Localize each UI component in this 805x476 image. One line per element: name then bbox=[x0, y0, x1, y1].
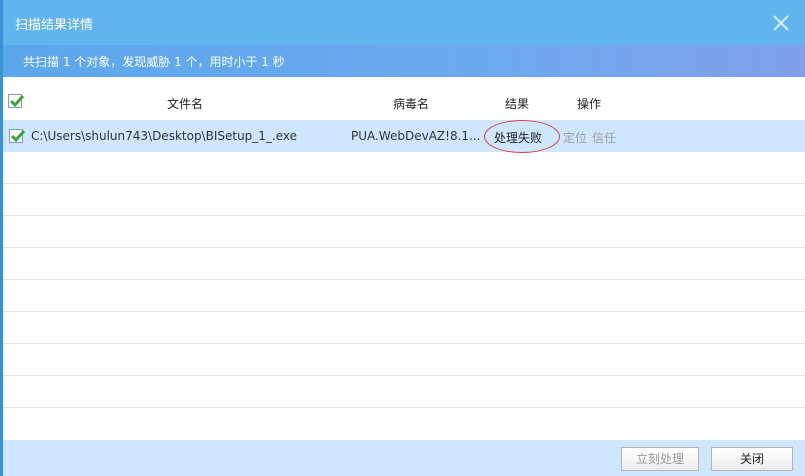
table-row bbox=[3, 248, 805, 280]
title-bar: 扫描结果详情 bbox=[3, 0, 805, 45]
table-row[interactable]: C:\Users\shulun743\Desktop\BISetup_1_.ex… bbox=[3, 120, 805, 153]
table-row bbox=[3, 152, 805, 184]
scan-result-dialog: 扫描结果详情 共扫描 1 个对象，发现威胁 1 个，用时小于 1 秒 文件名 病… bbox=[0, 0, 805, 476]
table-row bbox=[3, 376, 805, 408]
check-icon bbox=[9, 95, 25, 108]
scan-summary: 共扫描 1 个对象，发现威胁 1 个，用时小于 1 秒 bbox=[23, 55, 285, 69]
select-all-checkbox[interactable] bbox=[8, 94, 25, 108]
table-header: 文件名 病毒名 结果 操作 bbox=[3, 86, 805, 118]
virus-name: PUA.WebDevAZ!8.1... bbox=[351, 129, 481, 143]
close-icon[interactable] bbox=[770, 12, 792, 34]
result-table-body: C:\Users\shulun743\Desktop\BISetup_1_.ex… bbox=[3, 120, 805, 440]
locate-link[interactable]: 定位 bbox=[563, 129, 587, 146]
check-icon bbox=[10, 130, 26, 143]
process-now-button[interactable]: 立刻处理 bbox=[621, 447, 699, 471]
table-row bbox=[3, 216, 805, 248]
column-header-result[interactable]: 结果 bbox=[505, 95, 529, 112]
row-checkbox[interactable] bbox=[9, 129, 26, 143]
trust-link[interactable]: 信任 bbox=[592, 129, 616, 146]
table-row bbox=[3, 344, 805, 376]
dialog-footer: 立刻处理 关闭 bbox=[3, 440, 805, 476]
table-row bbox=[3, 312, 805, 344]
dialog-title: 扫描结果详情 bbox=[15, 18, 94, 33]
scan-summary-bar: 共扫描 1 个对象，发现威胁 1 个，用时小于 1 秒 bbox=[3, 45, 805, 77]
table-row bbox=[3, 408, 805, 440]
file-path: C:\Users\shulun743\Desktop\BISetup_1_.ex… bbox=[31, 129, 298, 143]
table-row bbox=[3, 280, 805, 312]
column-header-virus-name[interactable]: 病毒名 bbox=[393, 95, 429, 112]
result-status: 处理失败 bbox=[494, 131, 543, 145]
column-header-filename[interactable]: 文件名 bbox=[167, 95, 203, 112]
table-row bbox=[3, 184, 805, 216]
close-button[interactable]: 关闭 bbox=[711, 447, 793, 471]
column-header-action[interactable]: 操作 bbox=[577, 95, 601, 112]
